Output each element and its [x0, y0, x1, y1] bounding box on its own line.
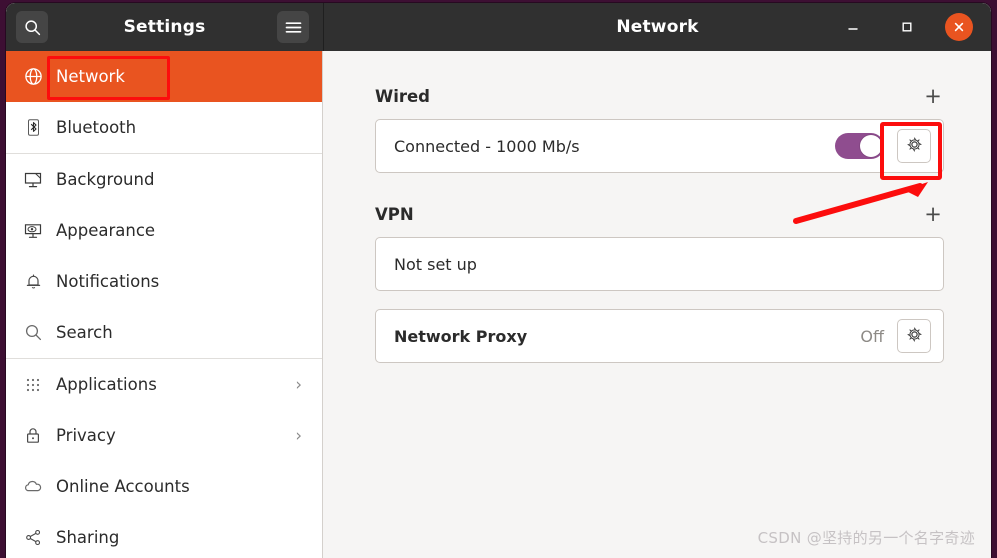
add-vpn-button[interactable]: + — [922, 203, 944, 225]
close-button[interactable] — [945, 13, 973, 41]
chevron-right-icon: › — [295, 375, 302, 394]
search-button[interactable] — [16, 11, 48, 43]
vpn-status-label: Not set up — [394, 254, 477, 274]
maximize-button[interactable] — [893, 13, 921, 41]
settings-window: Settings Network Network Bluetooth Backg… — [6, 3, 991, 558]
main-menu-button[interactable] — [277, 11, 309, 43]
hamburger-menu-icon — [285, 21, 302, 34]
share-nodes-icon — [22, 527, 44, 549]
network-proxy-label: Network Proxy — [394, 326, 528, 346]
sidebar-item-privacy[interactable]: Privacy › — [6, 410, 322, 461]
proxy-settings-button[interactable] — [897, 319, 931, 353]
wired-section-header: Wired + — [375, 85, 944, 107]
proxy-row-controls: Off — [860, 319, 931, 353]
bell-icon — [22, 271, 44, 293]
wired-title: Wired — [375, 86, 430, 106]
sidebar-item-label: Appearance — [56, 221, 156, 240]
close-icon — [953, 18, 965, 37]
gear-icon — [906, 326, 923, 347]
grid-apps-icon — [22, 374, 44, 396]
wired-settings-button[interactable] — [897, 129, 931, 163]
magnifier-icon — [22, 322, 44, 344]
wired-connection-row[interactable]: Connected - 1000 Mb/s — [375, 119, 944, 173]
sidebar-item-label: Notifications — [56, 272, 160, 291]
sidebar-headerbar: Settings — [6, 3, 323, 51]
sidebar-item-label: Privacy — [56, 426, 116, 445]
sidebar-item-search[interactable]: Search — [6, 307, 322, 358]
sidebar-item-label: Applications — [56, 375, 157, 394]
vpn-title: VPN — [375, 204, 414, 224]
add-wired-button[interactable]: + — [922, 85, 944, 107]
sidebar-item-online-accounts[interactable]: Online Accounts — [6, 461, 322, 512]
sidebar-item-network[interactable]: Network — [6, 51, 322, 102]
sidebar-item-label: Search — [56, 323, 113, 342]
sidebar-item-applications[interactable]: Applications › — [6, 359, 322, 410]
toggle-knob — [860, 135, 882, 157]
sidebar-item-sharing[interactable]: Sharing — [6, 512, 322, 558]
sidebar-title: Settings — [123, 17, 206, 37]
bluetooth-icon — [22, 117, 44, 139]
appearance-icon — [22, 220, 44, 242]
globe-icon — [22, 66, 44, 88]
wired-row-controls — [835, 129, 931, 163]
watermark: CSDN @坚持的另一个名字奇迹 — [757, 529, 975, 547]
sidebar-item-label: Network — [56, 67, 125, 86]
proxy-status-label: Off — [860, 326, 884, 346]
sidebar-item-background[interactable]: Background — [6, 154, 322, 205]
cloud-icon — [22, 476, 44, 498]
sidebar-item-notifications[interactable]: Notifications — [6, 256, 322, 307]
vpn-row[interactable]: Not set up — [375, 237, 944, 291]
search-icon — [24, 19, 41, 36]
chevron-right-icon: › — [295, 426, 302, 445]
sidebar-item-label: Online Accounts — [56, 477, 190, 496]
wired-status-label: Connected - 1000 Mb/s — [394, 136, 580, 156]
desktop-background: Settings Network Network Bluetooth Backg… — [0, 0, 997, 558]
settings-sidebar[interactable]: Network Bluetooth Background Appearance … — [6, 51, 323, 558]
window-headerbar: Network — [323, 3, 991, 51]
wired-toggle[interactable] — [835, 133, 884, 159]
lock-icon — [22, 425, 44, 447]
gear-icon — [906, 136, 923, 157]
monitor-icon — [22, 169, 44, 191]
sidebar-item-label: Background — [56, 170, 155, 189]
network-settings-panel: Wired + Connected - 1000 Mb/s VPN + Not … — [323, 51, 991, 558]
sidebar-item-label: Bluetooth — [56, 118, 137, 137]
minimize-button[interactable] — [839, 13, 867, 41]
window-controls — [839, 3, 973, 51]
sidebar-item-label: Sharing — [56, 528, 120, 547]
sidebar-item-appearance[interactable]: Appearance — [6, 205, 322, 256]
vpn-section-header: VPN + — [375, 203, 944, 225]
sidebar-item-bluetooth[interactable]: Bluetooth — [6, 102, 322, 153]
network-proxy-row[interactable]: Network Proxy Off — [375, 309, 944, 363]
